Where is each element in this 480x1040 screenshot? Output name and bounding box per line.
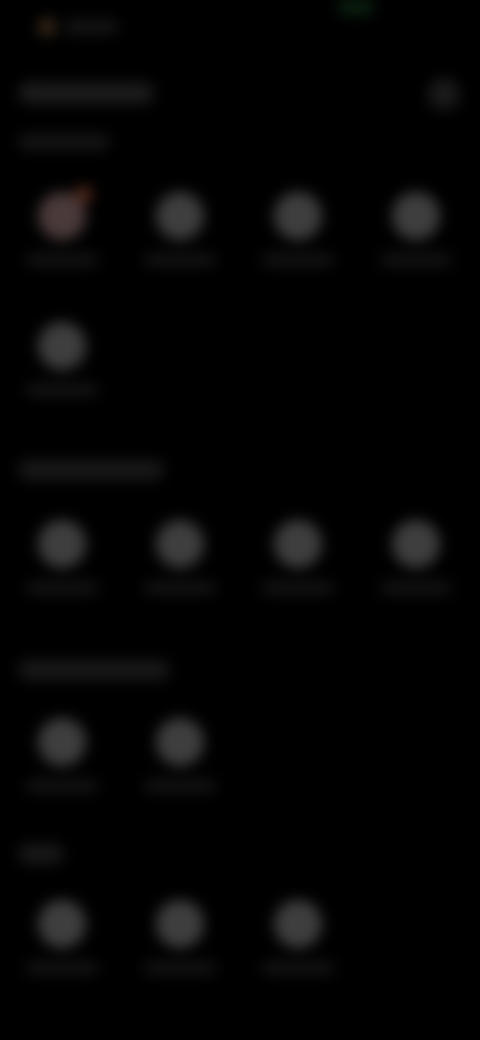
app-icon [38, 322, 86, 370]
status-indicator [338, 0, 374, 14]
app-icon [38, 900, 86, 948]
app-icon [156, 520, 204, 568]
app-icon [156, 900, 204, 948]
notification-icon [38, 18, 56, 36]
app-tile[interactable] [366, 186, 466, 296]
app-icon [156, 192, 204, 240]
app-tile[interactable] [366, 514, 466, 624]
app-icon [274, 520, 322, 568]
app-label [26, 384, 98, 396]
app-icon [38, 186, 92, 240]
app-tile[interactable] [130, 514, 230, 624]
status-bar-clock [64, 20, 118, 34]
app-tile[interactable] [12, 514, 112, 624]
app-icon [156, 718, 204, 766]
app-tile[interactable] [248, 894, 348, 1004]
app-label [26, 254, 98, 266]
app-label [144, 582, 216, 594]
app-icon [392, 520, 440, 568]
app-label [26, 582, 98, 594]
app-drawer-screen [0, 0, 480, 1040]
app-tile[interactable] [130, 712, 230, 822]
app-label [144, 962, 216, 974]
app-label [26, 780, 98, 792]
app-label [380, 582, 452, 594]
app-label [380, 254, 452, 266]
section-title [18, 844, 64, 864]
app-tile[interactable] [12, 316, 112, 426]
app-icon [392, 192, 440, 240]
app-label [144, 254, 216, 266]
app-tile[interactable] [12, 894, 112, 1004]
app-tile[interactable] [130, 894, 230, 1004]
app-label [26, 962, 98, 974]
more-options-icon[interactable] [428, 78, 460, 110]
app-label [262, 582, 334, 594]
app-label [262, 254, 334, 266]
app-tile[interactable] [248, 514, 348, 624]
page-title [18, 82, 154, 104]
app-icon [274, 900, 322, 948]
app-tile[interactable] [130, 186, 230, 296]
status-bar [0, 0, 480, 56]
app-label [144, 780, 216, 792]
section-title [18, 660, 170, 680]
app-tile[interactable] [12, 186, 112, 296]
app-icon [38, 520, 86, 568]
app-icon [38, 718, 86, 766]
page-subtitle [18, 134, 110, 150]
app-tile[interactable] [248, 186, 348, 296]
app-icon [274, 192, 322, 240]
section-title [18, 460, 164, 480]
app-tile[interactable] [12, 712, 112, 822]
app-label [262, 962, 334, 974]
